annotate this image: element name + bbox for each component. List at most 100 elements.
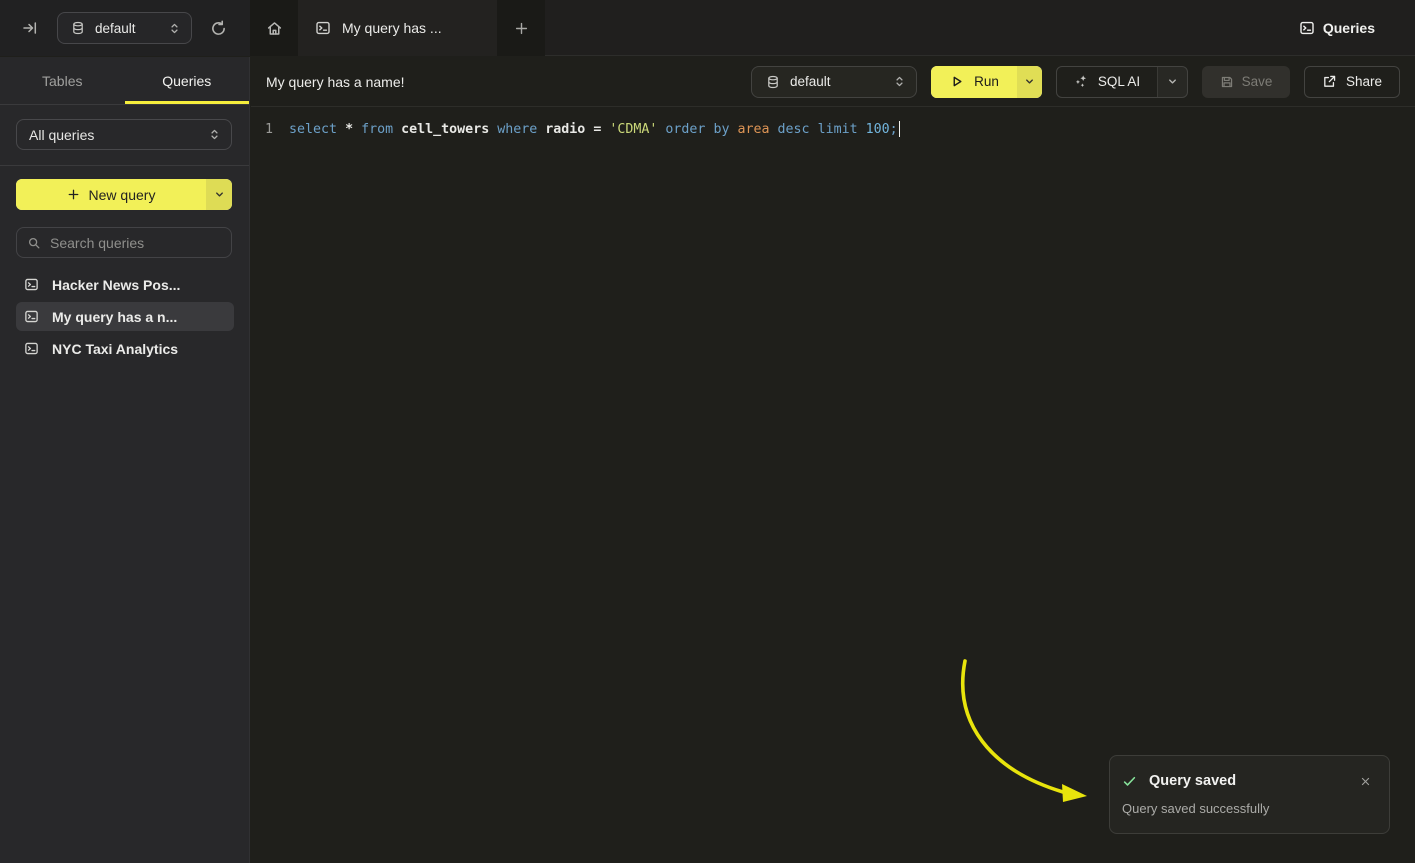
new-query-button[interactable]: New query (16, 179, 232, 210)
save-button[interactable]: Save (1202, 66, 1290, 98)
sql-ai-main[interactable]: SQL AI (1057, 67, 1157, 97)
query-list: Hacker News Pos... My query has a n... (0, 270, 249, 363)
toast-title: Query saved (1149, 773, 1236, 789)
sql-token (537, 122, 545, 137)
query-list-item-label: My query has a n... (52, 309, 177, 325)
topbar-database-selector[interactable]: default (57, 12, 192, 44)
chevron-down-icon (214, 189, 225, 200)
tab-tables[interactable]: Tables (0, 57, 125, 104)
chevron-updown-icon (893, 75, 906, 88)
line-number: 1 (251, 122, 274, 137)
sql-token (858, 122, 866, 137)
query-tab-active[interactable]: My query has ... (298, 0, 497, 56)
chevron-updown-icon (168, 22, 181, 35)
editor-database-value: default (790, 74, 893, 89)
run-button[interactable]: Run (931, 66, 1042, 98)
sql-ai-button[interactable]: SQL AI (1056, 66, 1188, 98)
search-icon (27, 236, 41, 250)
sql-token (337, 122, 345, 137)
sql-code-tokens: select * from cell_towers where radio = … (289, 122, 898, 137)
query-console-icon (1299, 20, 1315, 36)
toast-query-saved: Query saved Query saved successfully (1109, 755, 1390, 834)
new-query-dropdown-button[interactable] (206, 179, 232, 210)
sidebar-collapse-icon (22, 20, 38, 36)
query-filter-select[interactable]: All queries (16, 119, 232, 150)
sql-token: area (737, 122, 769, 137)
sql-token (585, 122, 593, 137)
tab-queries[interactable]: Queries (125, 57, 250, 104)
query-filter-value: All queries (29, 127, 208, 143)
sql-token: desc (778, 122, 810, 137)
sql-token (393, 122, 401, 137)
topbar-database-value: default (95, 21, 168, 36)
sql-token: cell_towers (401, 122, 489, 137)
query-console-icon (24, 341, 39, 356)
home-icon (266, 20, 283, 37)
editor-database-selector[interactable]: default (751, 66, 917, 98)
play-icon (949, 74, 964, 89)
top-bar: default (0, 0, 1415, 56)
sparkles-icon (1074, 74, 1089, 89)
sql-token (489, 122, 497, 137)
text-cursor (899, 121, 901, 137)
sidebar-tabs: Tables Queries (0, 57, 249, 105)
run-dropdown-button[interactable] (1017, 66, 1042, 98)
sql-token: from (361, 122, 393, 137)
search-queries-box[interactable] (16, 227, 232, 258)
run-button-main[interactable]: Run (931, 66, 1017, 98)
tab-strip: My query has ... (250, 0, 545, 56)
query-list-item-label: NYC Taxi Analytics (52, 341, 178, 357)
query-list-item[interactable]: Hacker News Pos... (16, 270, 234, 299)
sql-token: 'CDMA' (609, 122, 657, 137)
sql-token: * (345, 122, 353, 137)
sql-token (729, 122, 737, 137)
sql-token (810, 122, 818, 137)
sql-token (353, 122, 361, 137)
database-icon (766, 75, 780, 89)
sql-ai-dropdown-button[interactable] (1157, 67, 1187, 97)
sql-token: select (289, 122, 337, 137)
sql-token: = (593, 122, 601, 137)
queries-header: Queries (1299, 0, 1415, 56)
run-button-label: Run (974, 74, 999, 89)
sql-token: 100 (866, 122, 890, 137)
sql-token: ; (890, 122, 898, 137)
sql-editor[interactable]: 1 select * from cell_towers where radio … (251, 107, 1415, 138)
close-icon (1360, 776, 1371, 787)
tab-tables-label: Tables (42, 73, 82, 89)
query-list-item-label: Hacker News Pos... (52, 277, 180, 293)
chevron-down-icon (1167, 76, 1178, 87)
main-panel: My query has a name! default (251, 57, 1415, 863)
sql-token (770, 122, 778, 137)
sql-token: limit (818, 122, 858, 137)
editor-actions: default Run (751, 66, 1400, 98)
query-tab-label: My query has ... (342, 20, 442, 36)
sql-token: order (665, 122, 705, 137)
collapse-sidebar-button[interactable] (22, 20, 38, 36)
home-tab-button[interactable] (250, 0, 298, 56)
sidebar: Tables Queries All queries (0, 57, 250, 863)
share-button[interactable]: Share (1304, 66, 1400, 98)
sql-token: radio (545, 122, 585, 137)
new-tab-button[interactable] (497, 0, 545, 56)
toast-header: Query saved (1122, 773, 1377, 789)
editor-header: My query has a name! default (251, 57, 1415, 107)
sql-ai-label: SQL AI (1098, 74, 1140, 89)
new-query-main[interactable]: New query (16, 179, 206, 210)
share-icon (1322, 74, 1337, 89)
plus-icon (67, 188, 80, 201)
top-bar-left: default (0, 0, 250, 56)
sql-token: by (713, 122, 729, 137)
search-queries-input[interactable] (50, 235, 210, 251)
chevron-updown-icon (208, 128, 221, 141)
sql-token (657, 122, 665, 137)
sql-code-line[interactable]: 1 select * from cell_towers where radio … (251, 120, 1415, 138)
toast-close-button[interactable] (1360, 776, 1371, 787)
save-icon (1220, 75, 1234, 89)
refresh-button[interactable] (210, 20, 227, 37)
sql-console-app: default (0, 0, 1415, 863)
sql-token (705, 122, 713, 137)
query-list-item[interactable]: NYC Taxi Analytics (16, 334, 234, 363)
query-list-item-selected[interactable]: My query has a n... (16, 302, 234, 331)
database-icon (71, 21, 85, 35)
